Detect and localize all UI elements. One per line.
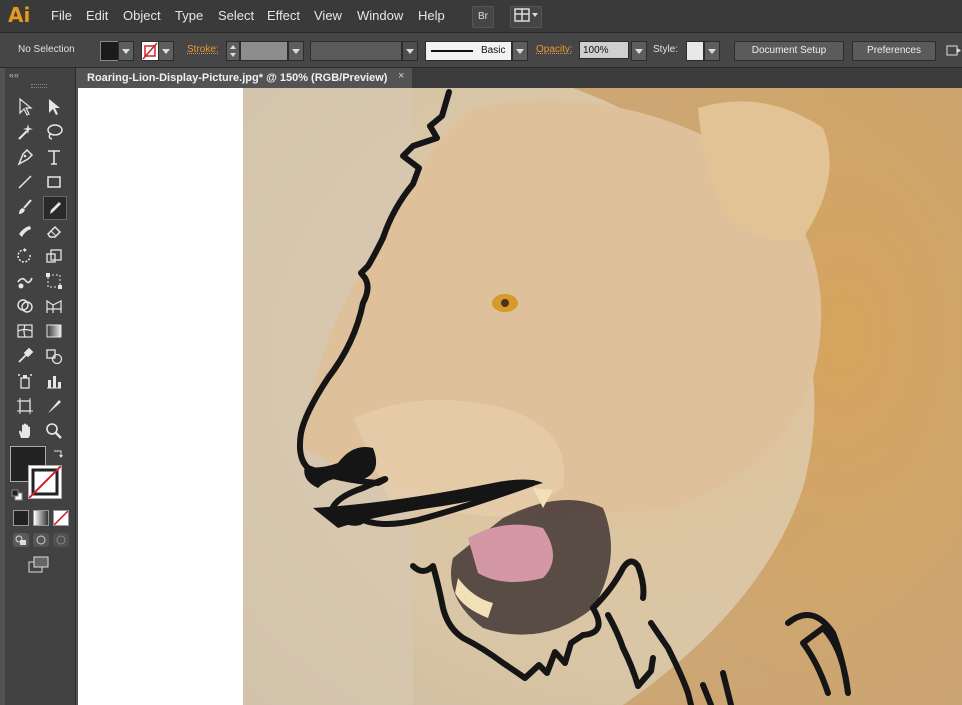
variable-width-dropdown[interactable] bbox=[402, 41, 418, 61]
line-segment-tool-icon[interactable] bbox=[14, 171, 36, 193]
menu-view[interactable]: View bbox=[314, 8, 342, 23]
stepper-arrows-icon bbox=[230, 45, 236, 57]
stroke-weight-dropdown[interactable] bbox=[288, 41, 304, 61]
preferences-button[interactable]: Preferences bbox=[852, 41, 936, 61]
menu-effect[interactable]: Effect bbox=[267, 8, 300, 23]
draw-inside-icon[interactable] bbox=[53, 533, 69, 547]
default-fill-stroke-icon[interactable] bbox=[11, 488, 23, 506]
stroke-swatch[interactable] bbox=[141, 41, 159, 61]
swap-fill-stroke-icon[interactable] bbox=[52, 446, 64, 464]
menu-type[interactable]: Type bbox=[175, 8, 203, 23]
hand-tool-icon[interactable] bbox=[14, 420, 36, 442]
stroke-dropdown[interactable] bbox=[158, 41, 174, 61]
close-tab-icon[interactable]: × bbox=[398, 70, 404, 82]
brush-profile-label: Basic bbox=[481, 45, 506, 56]
no-stroke-indicator-icon bbox=[29, 466, 61, 498]
color-mode-icon[interactable] bbox=[13, 510, 29, 526]
menu-select[interactable]: Select bbox=[218, 8, 254, 23]
style-label: Style: bbox=[653, 44, 679, 55]
selection-status: No Selection bbox=[18, 44, 75, 55]
control-panel: No Selection Stroke: Basic Opacity: 100%… bbox=[0, 33, 962, 68]
paintbrush-tool-icon[interactable] bbox=[14, 196, 36, 218]
shape-builder-tool-icon[interactable] bbox=[14, 295, 36, 317]
document-tab-bar: Roaring-Lion-Display-Picture.jpg* @ 150%… bbox=[78, 68, 962, 88]
brush-definition[interactable]: Basic bbox=[425, 41, 512, 61]
slice-tool-icon[interactable] bbox=[43, 395, 65, 417]
eyedropper-tool-icon[interactable] bbox=[14, 345, 36, 367]
direct-selection-tool-icon[interactable] bbox=[43, 96, 65, 118]
blend-tool-icon[interactable] bbox=[43, 345, 65, 367]
opacity-dropdown[interactable] bbox=[631, 41, 647, 61]
gradient-mode-icon[interactable] bbox=[33, 510, 49, 526]
selection-tool-icon[interactable] bbox=[14, 96, 36, 118]
lasso-tool-icon[interactable] bbox=[43, 121, 65, 143]
panel-options-icon[interactable] bbox=[946, 43, 962, 64]
warp-tool-icon[interactable] bbox=[14, 270, 36, 292]
opacity-field[interactable]: 100% bbox=[579, 41, 629, 59]
panel-grip[interactable] bbox=[31, 84, 47, 88]
pencil-tool-icon[interactable] bbox=[43, 196, 67, 220]
app-logo: Ai bbox=[8, 3, 31, 27]
draw-normal-icon[interactable] bbox=[13, 533, 29, 547]
brush-stroke-preview bbox=[431, 50, 473, 52]
tools-panel: «« bbox=[5, 68, 76, 705]
mesh-tool-icon[interactable] bbox=[14, 320, 36, 342]
zoom-tool-icon[interactable] bbox=[43, 420, 65, 442]
menu-help[interactable]: Help bbox=[418, 8, 445, 23]
menu-file[interactable]: File bbox=[51, 8, 72, 23]
menu-object[interactable]: Object bbox=[123, 8, 161, 23]
document-tab[interactable]: Roaring-Lion-Display-Picture.jpg* @ 150%… bbox=[78, 68, 412, 88]
variable-width-profile[interactable] bbox=[310, 41, 402, 61]
stroke-weight-field[interactable] bbox=[240, 41, 288, 61]
artboard-tool-icon[interactable] bbox=[14, 395, 36, 417]
bridge-button[interactable]: Br bbox=[472, 6, 494, 28]
perspective-grid-tool-icon[interactable] bbox=[43, 295, 65, 317]
change-screen-mode-icon[interactable] bbox=[28, 556, 50, 579]
document-setup-button[interactable]: Document Setup bbox=[734, 41, 844, 61]
no-stroke-icon bbox=[142, 42, 158, 60]
scale-tool-icon[interactable] bbox=[43, 245, 65, 267]
rectangle-tool-icon[interactable] bbox=[43, 171, 65, 193]
eraser-tool-icon[interactable] bbox=[43, 220, 65, 242]
arrange-documents-icon bbox=[514, 8, 538, 22]
none-mode-icon[interactable] bbox=[53, 510, 69, 526]
pen-tool-icon[interactable] bbox=[14, 146, 36, 168]
collapse-panel-icon[interactable]: «« bbox=[9, 70, 19, 80]
artboard-canvas[interactable] bbox=[78, 88, 962, 705]
arrange-documents-button[interactable] bbox=[510, 6, 542, 28]
stroke-label[interactable]: Stroke: bbox=[187, 44, 219, 55]
opacity-label[interactable]: Opacity: bbox=[536, 44, 573, 55]
menu-window[interactable]: Window bbox=[357, 8, 403, 23]
menu-bar: Ai File Edit Object Type Select Effect V… bbox=[0, 0, 962, 33]
blob-brush-tool-icon[interactable] bbox=[14, 220, 36, 242]
fill-swatch[interactable] bbox=[100, 41, 120, 61]
graphic-style-swatch[interactable] bbox=[686, 41, 704, 61]
stroke-color-swatch[interactable] bbox=[28, 465, 62, 499]
menu-edit[interactable]: Edit bbox=[86, 8, 108, 23]
fill-dropdown[interactable] bbox=[118, 41, 134, 61]
stroke-weight-stepper[interactable] bbox=[226, 41, 240, 61]
free-transform-tool-icon[interactable] bbox=[43, 270, 65, 292]
lion-photo-image bbox=[243, 88, 962, 705]
type-tool-icon[interactable] bbox=[43, 146, 65, 168]
brush-dropdown[interactable] bbox=[512, 41, 528, 61]
column-graph-tool-icon[interactable] bbox=[43, 370, 65, 392]
draw-behind-icon[interactable] bbox=[33, 533, 49, 547]
rotate-tool-icon[interactable] bbox=[14, 245, 36, 267]
symbol-sprayer-tool-icon[interactable] bbox=[14, 370, 36, 392]
magic-wand-tool-icon[interactable] bbox=[14, 121, 36, 143]
gradient-tool-icon[interactable] bbox=[43, 320, 65, 342]
graphic-style-dropdown[interactable] bbox=[704, 41, 720, 61]
